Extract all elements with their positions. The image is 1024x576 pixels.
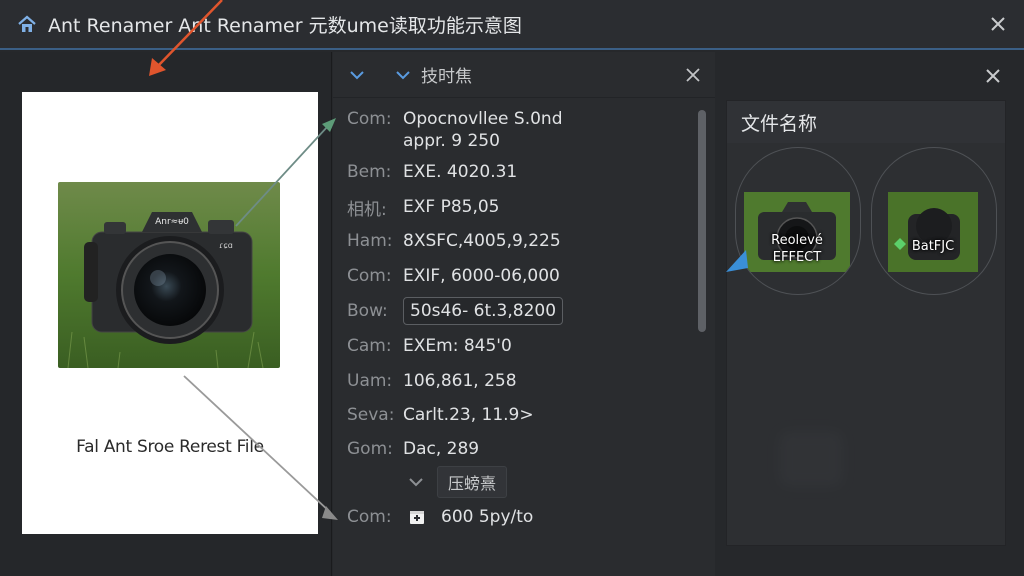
metadata-row[interactable]: Cam: EXEm: 845'0	[347, 331, 687, 361]
metadata-header: 技时焦	[333, 52, 715, 98]
close-icon[interactable]	[986, 12, 1010, 36]
thumbnail-label-line1: BatFJC	[911, 239, 955, 254]
chevron-down-icon[interactable]	[347, 65, 367, 85]
metadata-value: 8XSFC,4005,9,225	[403, 231, 561, 251]
thumbnail-label: BatFJC	[888, 238, 978, 255]
metadata-row[interactable]: 相机: EXF P85,05	[347, 192, 687, 222]
metadata-row[interactable]: Uam: 106,861, 258	[347, 366, 687, 396]
chevron-down-icon[interactable]	[407, 473, 425, 491]
metadata-key: Cam:	[347, 336, 392, 356]
metadata-scrollbar[interactable]	[697, 110, 707, 546]
sub-section-button[interactable]: 压螃熹	[437, 466, 508, 498]
thumbnail-photo: BatFJC	[888, 192, 978, 272]
preview-filename: Fal Ant Sroe Rerest File	[76, 437, 264, 457]
sub-section-toggle: 压螃熹	[407, 466, 508, 498]
metadata-row[interactable]: Gom: Dac, 289	[347, 434, 687, 464]
thumbnail-label-line1: Reolevé	[771, 233, 823, 248]
thumbnail-placeholder	[779, 431, 843, 487]
metadata-key: 相机:	[347, 199, 387, 220]
metadata-value-field[interactable]: 50s46- 6t.3,8200	[403, 297, 564, 325]
metadata-value: 600 5py/to	[441, 507, 534, 527]
close-icon[interactable]	[982, 65, 1004, 87]
metadata-header-label: 技时焦	[421, 67, 472, 87]
thumbnail-item[interactable]: Reolevé EFFECT	[735, 147, 861, 295]
collapse-icon[interactable]	[683, 65, 703, 85]
thumbnail-photo: Reolevé EFFECT	[744, 192, 850, 272]
metadata-row[interactable]: Com: EXIF, 6000-06,000	[347, 261, 687, 291]
metadata-value: EXIF, 6000-06,000	[403, 266, 560, 286]
metadata-value: 106,861, 258	[403, 371, 517, 391]
preview-card: Anr≈ᵾ0 ɾɕɑ Fal Ant Sroe Rerest File	[22, 92, 318, 534]
file-icon	[407, 507, 427, 527]
metadata-value-line2: appr. 9 250	[403, 131, 500, 151]
metadata-panel: 技时焦 Com: Opocnovllee S.0nd appr. 9 250 B…	[333, 52, 715, 576]
metadata-row[interactable]: Com: 600 5py/to	[347, 502, 533, 532]
metadata-row-selected[interactable]: Bow: 50s46- 6t.3,8200	[347, 296, 687, 326]
metadata-value: Opocnovllee S.0nd appr. 9 250	[403, 104, 563, 152]
thumbnail-label-line2: EFFECT	[772, 250, 822, 265]
metadata-key: Uam:	[347, 371, 393, 391]
camera-photo: Anr≈ᵾ0 ɾɕɑ	[58, 182, 280, 368]
thumbnail-item[interactable]: BatFJC	[871, 147, 997, 295]
metadata-key: Bem:	[347, 162, 392, 182]
scrollbar-thumb[interactable]	[698, 110, 706, 332]
chevron-down-icon[interactable]	[393, 65, 413, 85]
metadata-row[interactable]: Com: Opocnovllee S.0nd appr. 9 250	[347, 104, 687, 156]
metadata-key: Com:	[347, 109, 392, 129]
metadata-row[interactable]: Ham: 8XSFC,4005,9,225	[347, 226, 687, 256]
app-window: Ant Renamer Ant Renamer 元数ume读取功能示意图 Anr…	[0, 0, 1024, 576]
preview-panel: Anr≈ᵾ0 ɾɕɑ Fal Ant Sroe Rerest File	[0, 52, 332, 576]
metadata-value: EXEm: 845'0	[403, 336, 512, 356]
metadata-value: Dac, 289	[403, 439, 480, 459]
camera-side-label: ɾɕɑ	[219, 241, 233, 250]
metadata-key: Seva:	[347, 405, 395, 425]
thumbnails-header: 文件名称	[727, 101, 1005, 143]
metadata-value-line1: Opocnovllee S.0nd	[403, 109, 563, 129]
thumbnail-label: Reolevé EFFECT	[744, 232, 850, 266]
metadata-key: Gom:	[347, 439, 393, 459]
thumbnails-panel: 文件名称 Reolevé EFFECT BatFJC	[716, 52, 1024, 576]
metadata-key: Bow:	[347, 301, 388, 321]
metadata-value: Carlt.23, 11.9>	[403, 405, 534, 425]
metadata-value: EXF P85,05	[403, 197, 500, 217]
metadata-key: Com:	[347, 507, 392, 527]
metadata-key: Com:	[347, 266, 392, 286]
metadata-key: Ham:	[347, 231, 393, 251]
camera-badge: Anr≈ᵾ0	[155, 217, 189, 227]
metadata-row[interactable]: Seva: Carlt.23, 11.9>	[347, 400, 687, 430]
title-bar: Ant Renamer Ant Renamer 元数ume读取功能示意图	[0, 0, 1024, 50]
window-title: Ant Renamer Ant Renamer 元数ume读取功能示意图	[48, 14, 522, 37]
metadata-row[interactable]: Bem: EXE. 4020.31	[347, 157, 687, 187]
metadata-value: EXE. 4020.31	[403, 162, 518, 182]
thumbnails-list: 文件名称 Reolevé EFFECT BatFJC	[726, 100, 1006, 546]
home-icon	[16, 13, 38, 35]
